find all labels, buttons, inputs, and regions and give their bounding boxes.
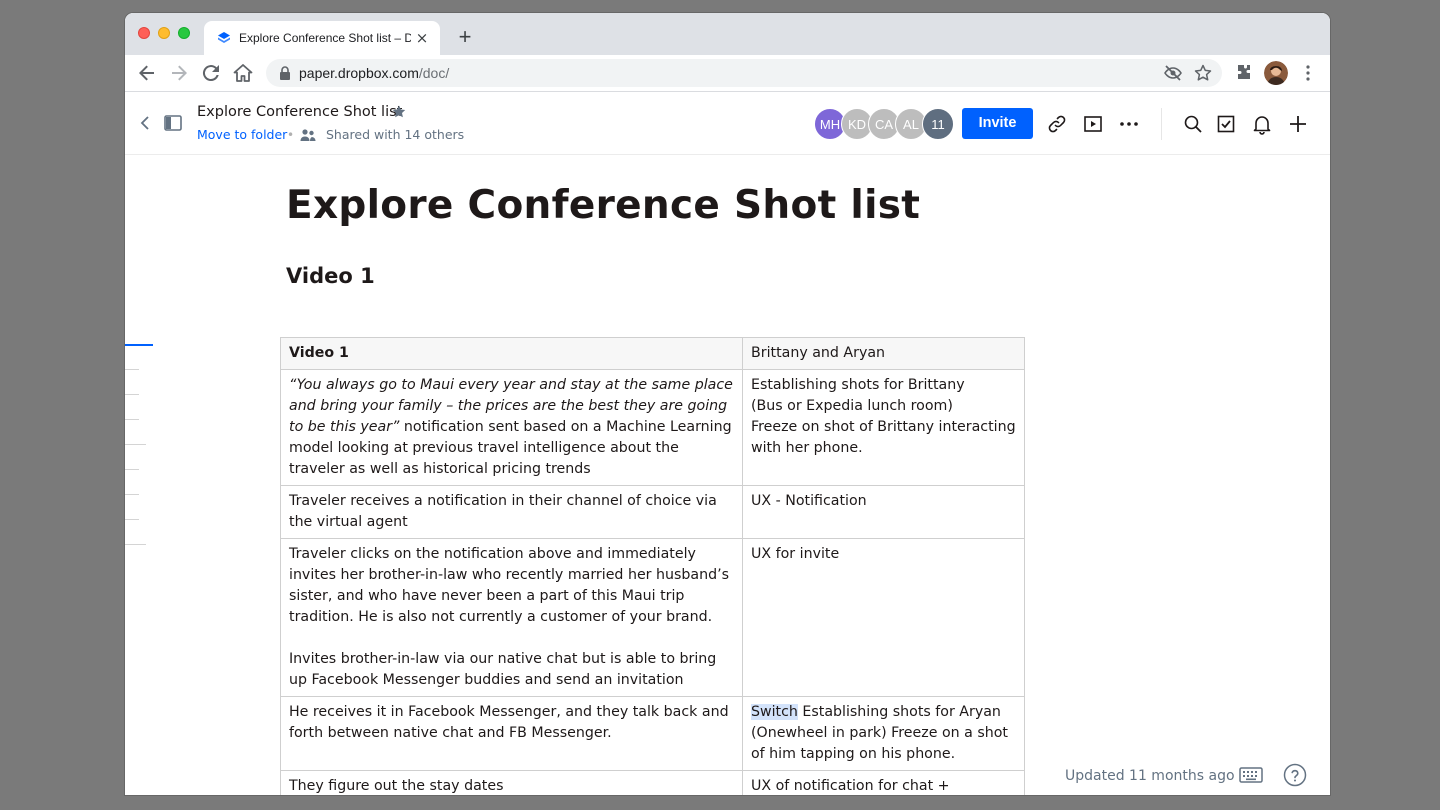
dropbox-paper-favicon-icon (218, 32, 230, 43)
maximize-window-button[interactable] (178, 27, 190, 39)
toc-marker[interactable] (125, 419, 139, 420)
address-bar[interactable]: paper.dropbox.com/doc/ (266, 59, 1222, 87)
table-cell[interactable]: UX of notification for chat + response o… (742, 770, 1025, 795)
cell-text: UX of notification for chat + response o… (751, 778, 950, 794)
home-icon[interactable] (231, 61, 255, 85)
tab-close-icon[interactable]: × (413, 29, 431, 47)
header-cell-text: Brittany and Aryan (751, 345, 886, 361)
table-cell[interactable]: UX - Notification (742, 485, 1025, 539)
browser-tab[interactable]: Explore Conference Shot list – Dropbox P… (204, 21, 440, 55)
forward-icon[interactable] (167, 61, 191, 85)
document-area: Explore Conference Shot list Video 1 Vid… (125, 156, 1330, 795)
table-cell[interactable]: He receives it in Facebook Messenger, an… (280, 696, 743, 771)
last-updated-text: Updated 11 months ago (1065, 768, 1235, 784)
cell-text: Traveler receives a notification in thei… (289, 493, 717, 530)
reload-icon[interactable] (199, 61, 223, 85)
table-cell[interactable]: Video 1 (280, 337, 743, 370)
table-row: They figure out the stay dates UX of not… (280, 770, 1025, 795)
table-row: “You always go to Maui every year and st… (280, 369, 1025, 486)
people-icon (300, 129, 316, 141)
header-cell-text: Video 1 (289, 345, 349, 361)
keyboard-shortcuts-icon[interactable] (1239, 766, 1263, 784)
doc-title[interactable]: Explore Conference Shot list (197, 103, 402, 121)
bookmark-star-icon[interactable] (1193, 63, 1213, 83)
shared-with-text[interactable]: Shared with 14 others (326, 127, 464, 143)
toc-marker[interactable] (125, 369, 139, 370)
present-icon[interactable] (1082, 113, 1104, 135)
table-cell[interactable]: Traveler clicks on the notification abov… (280, 538, 743, 697)
table-header-row: Video 1 Brittany and Aryan (280, 337, 1025, 370)
table-row: He receives it in Facebook Messenger, an… (280, 696, 1025, 771)
cell-paragraph: Traveler clicks on the notification abov… (289, 546, 729, 625)
sidebar-toggle-icon[interactable] (164, 114, 182, 132)
eye-off-icon[interactable] (1163, 63, 1183, 83)
table-row: Traveler clicks on the notification abov… (280, 538, 1025, 697)
table-cell[interactable]: “You always go to Maui every year and st… (280, 369, 743, 486)
table-cell[interactable]: Switch Establishing shots for Aryan (One… (742, 696, 1025, 771)
table-cell[interactable]: Traveler receives a notification in thei… (280, 485, 743, 539)
extensions-icon[interactable] (1232, 61, 1256, 85)
section-heading[interactable]: Video 1 (286, 263, 375, 289)
cell-text: He receives it in Facebook Messenger, an… (289, 704, 729, 741)
toc-marker-active[interactable] (125, 344, 153, 346)
url-text: paper.dropbox.com/doc/ (299, 65, 449, 81)
table-cell[interactable]: Establishing shots for Brittany (Bus or … (742, 369, 1025, 486)
checklist-icon[interactable] (1215, 113, 1237, 135)
cell-line: Establishing shots for Brittany (751, 377, 965, 393)
copy-link-icon[interactable] (1046, 113, 1068, 135)
favorite-star-icon[interactable] (391, 104, 407, 120)
lock-icon (280, 66, 290, 80)
profile-avatar[interactable] (1264, 61, 1288, 85)
toc-marker[interactable] (125, 544, 146, 545)
invite-button[interactable]: Invite (962, 108, 1033, 139)
url-host: paper.dropbox.com (299, 65, 419, 81)
cell-text: UX for invite (751, 546, 840, 562)
cell-line: (Bus or Expedia lunch room) (751, 398, 953, 414)
table-cell[interactable]: UX for invite (742, 538, 1025, 697)
cell-line: Freeze on shot of Brittany interacting w… (751, 419, 1016, 456)
separator-dot: • (287, 128, 295, 142)
toc-marker[interactable] (125, 394, 139, 395)
back-icon[interactable] (135, 61, 159, 85)
table-cell[interactable]: They figure out the stay dates (280, 770, 743, 795)
toc-marker[interactable] (125, 494, 139, 495)
minimize-window-button[interactable] (158, 27, 170, 39)
highlighted-text: Switch (751, 704, 798, 720)
search-icon[interactable] (1182, 113, 1204, 135)
toc-marker[interactable] (125, 469, 139, 470)
url-path: /doc/ (418, 65, 450, 81)
cell-text: UX - Notification (751, 493, 867, 509)
more-options-icon[interactable] (1118, 113, 1140, 135)
close-window-button[interactable] (138, 27, 150, 39)
shot-list-table: Video 1 Brittany and Aryan “You always g… (280, 337, 1025, 795)
browser-menu-icon[interactable] (1296, 61, 1320, 85)
toc-marker[interactable] (125, 519, 139, 520)
table-row: Traveler receives a notification in thei… (280, 485, 1025, 539)
toc-marker[interactable] (125, 444, 146, 445)
help-icon[interactable] (1283, 763, 1307, 787)
notifications-bell-icon[interactable] (1251, 113, 1273, 135)
create-plus-icon[interactable] (1287, 113, 1309, 135)
tab-title: Explore Conference Shot list – Dropbox P… (239, 31, 411, 45)
cell-paragraph: Invites brother-in-law via our native ch… (289, 651, 717, 688)
document-title[interactable]: Explore Conference Shot list (286, 183, 920, 229)
back-chevron-icon[interactable] (137, 114, 153, 132)
tab-strip: Explore Conference Shot list – Dropbox P… (125, 13, 1330, 55)
paper-header: Explore Conference Shot list Move to fol… (125, 92, 1330, 155)
cell-text: They figure out the stay dates (289, 778, 504, 794)
browser-toolbar: paper.dropbox.com/doc/ (125, 55, 1330, 92)
new-tab-button[interactable]: + (453, 26, 477, 50)
move-to-folder-link[interactable]: Move to folder (197, 127, 287, 143)
table-cell[interactable]: Brittany and Aryan (742, 337, 1025, 370)
header-divider (1161, 108, 1162, 140)
browser-window: Explore Conference Shot list – Dropbox P… (125, 13, 1330, 795)
more-collaborators-count[interactable]: 11 (922, 108, 954, 140)
